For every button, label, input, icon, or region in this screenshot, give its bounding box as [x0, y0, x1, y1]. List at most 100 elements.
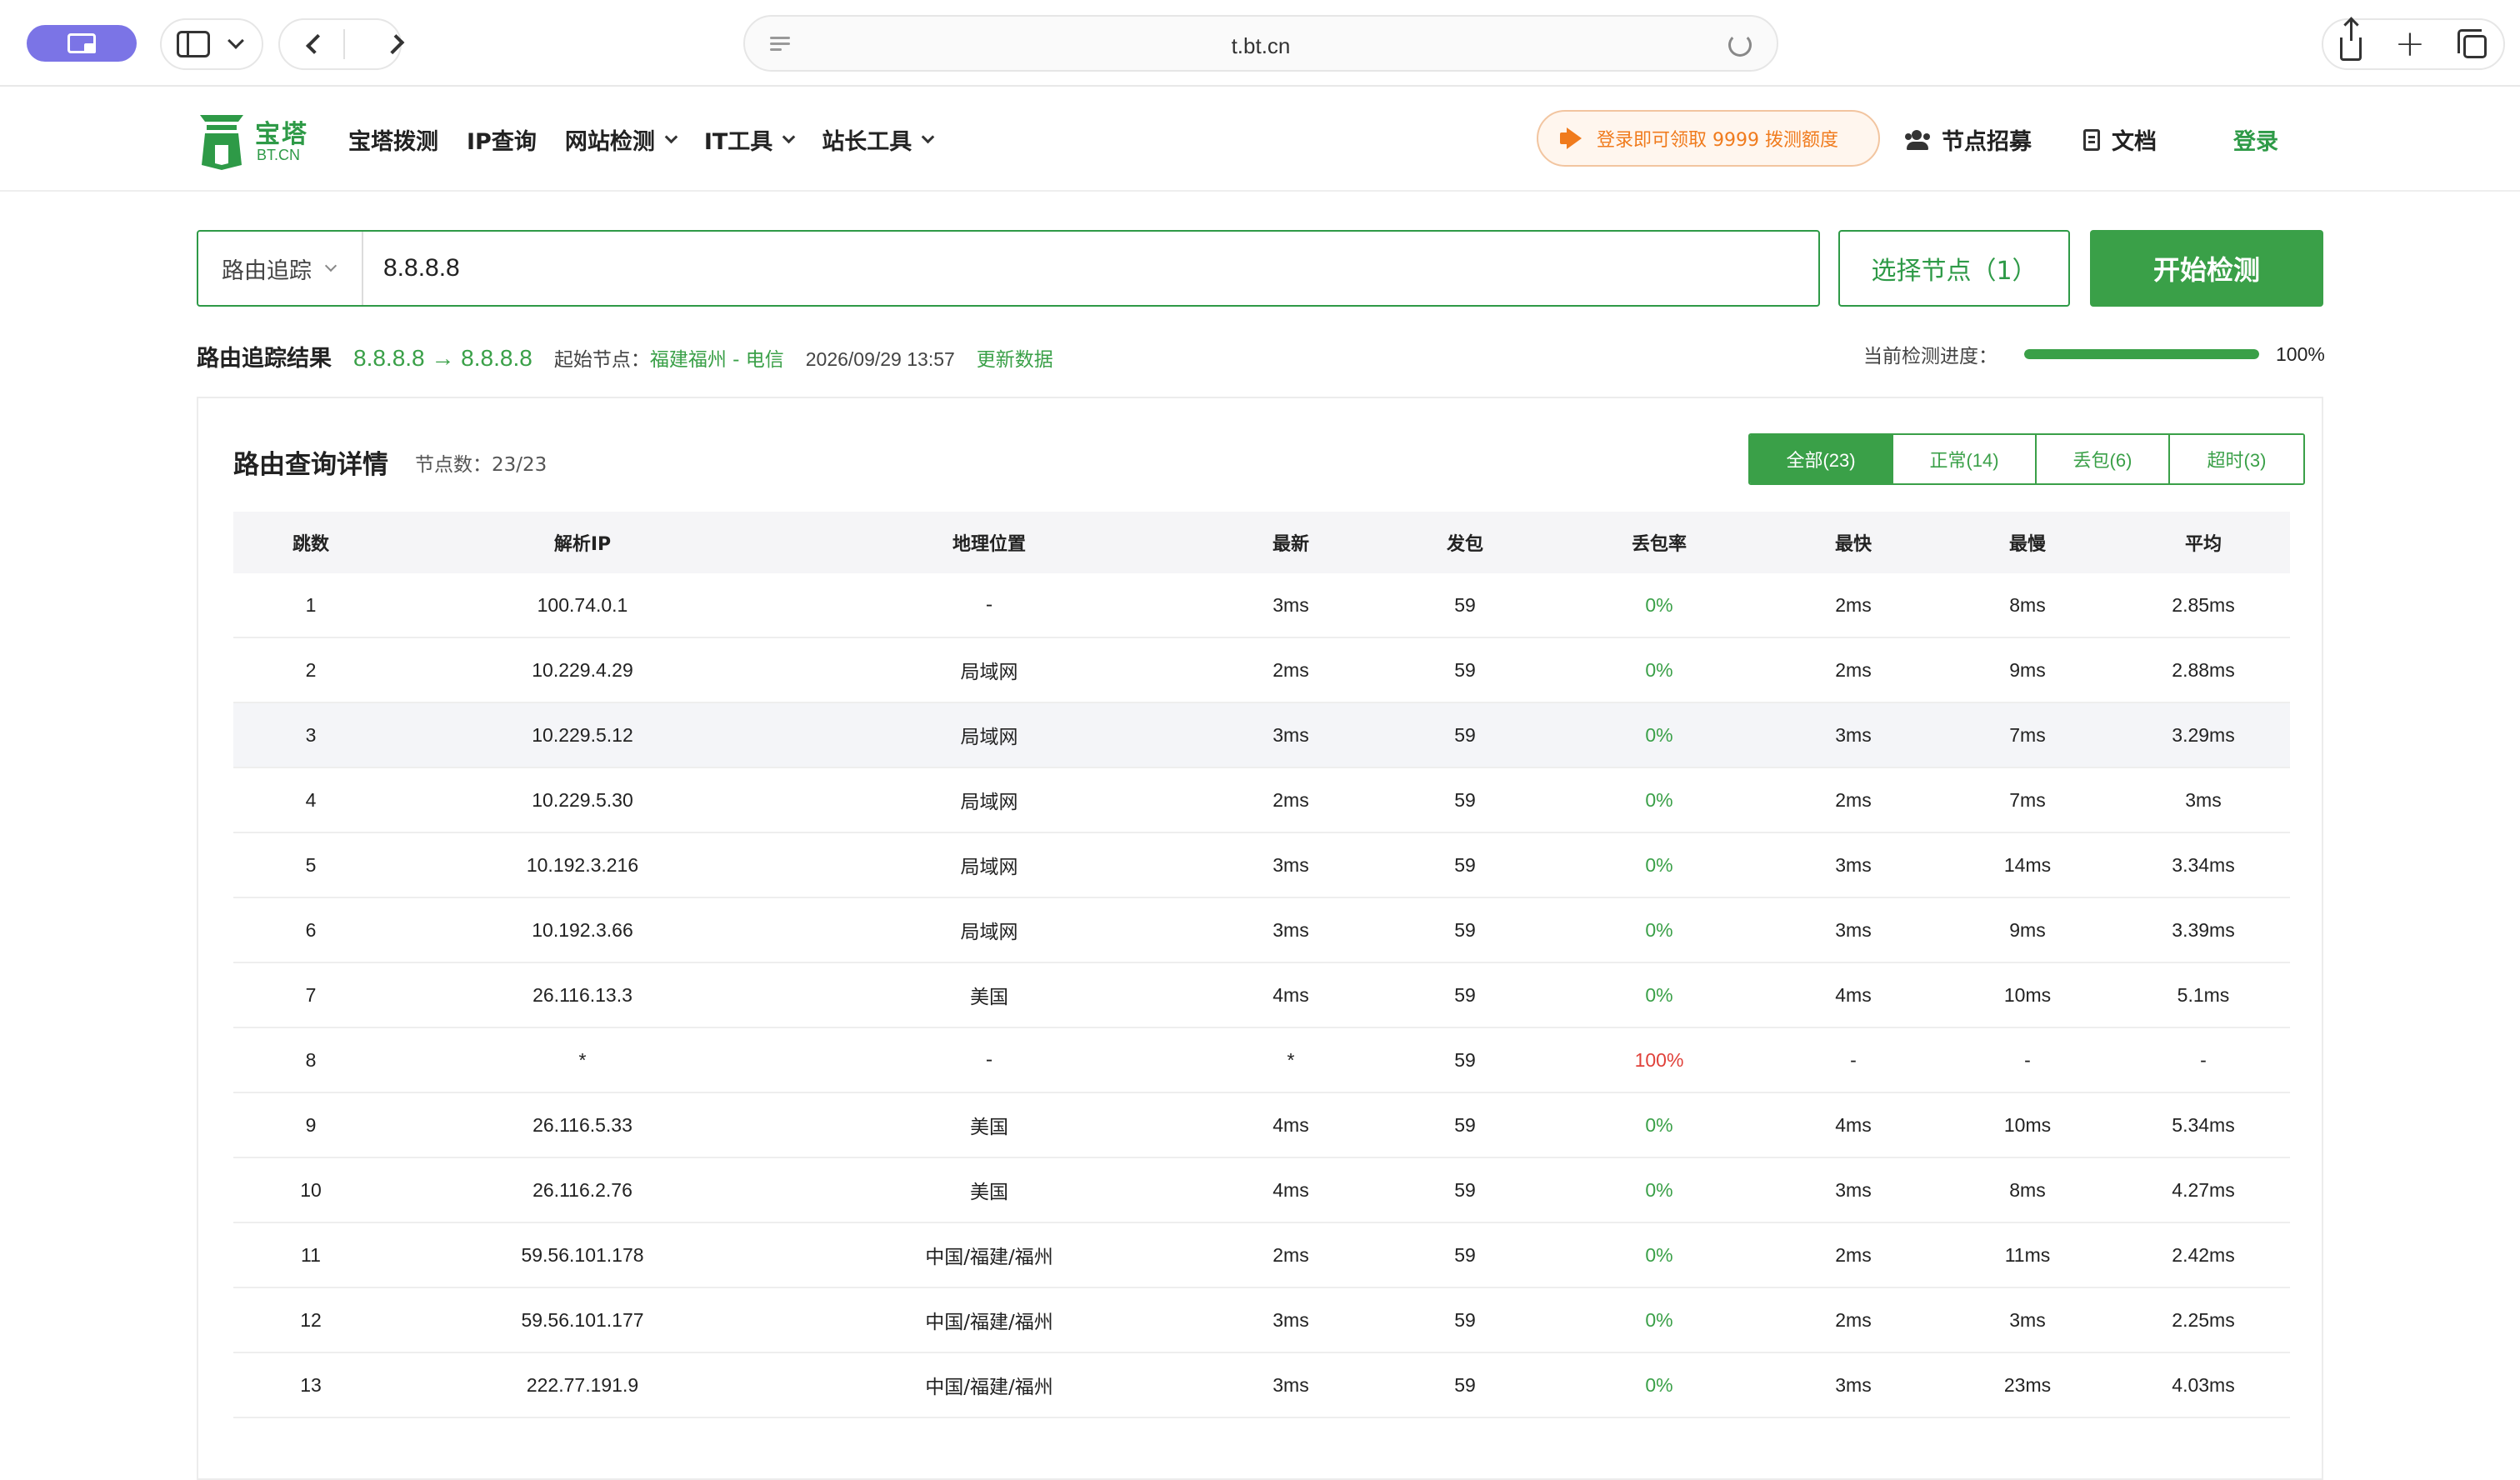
table-cell: 9: [305, 1113, 317, 1136]
table-row: 9 26.116.5.33 美国 4ms 59 0% 4ms 10ms 5.34ms: [233, 1093, 2290, 1158]
refresh-data-link[interactable]: 更新数据: [977, 343, 1053, 372]
test-type-select[interactable]: 路由追踪: [198, 232, 363, 305]
address-bar[interactable]: t.bt.cn: [743, 15, 1778, 72]
start-test-button[interactable]: 开始检测: [2090, 230, 2323, 307]
table-cell: 3ms: [1272, 853, 1309, 876]
table-cell: 10.229.5.12: [532, 723, 633, 746]
table-cell: 13: [300, 1373, 322, 1396]
table-cell: 3.39ms: [2172, 918, 2235, 941]
nav-item-5[interactable]: 站长工具: [822, 123, 935, 156]
sidebar-icon: [177, 31, 210, 58]
table-cell: *: [578, 1048, 587, 1071]
table-cell: 59.56.101.177: [521, 1308, 644, 1331]
tab-group-button[interactable]: [27, 25, 137, 62]
table-cell: 59: [1454, 983, 1476, 1006]
column-header: 地理位置: [952, 534, 1026, 555]
table-cell: 美国: [970, 1117, 1008, 1138]
browser-actions: +: [2322, 18, 2505, 70]
table-cell: 4.03ms: [2172, 1373, 2235, 1396]
nav-item-label: 宝塔拨测: [348, 129, 438, 155]
table-cell: 2ms: [1835, 1243, 1872, 1266]
share-icon[interactable]: [2339, 19, 2362, 61]
forward-arrow-icon[interactable]: [383, 33, 404, 55]
table-cell: 0%: [1645, 1373, 1673, 1396]
chevron-down-icon: [228, 32, 244, 49]
route-detail-panel: 路由查询详情 节点数：23/23 全部(23) 正常(14) 丢包(6) 超时(3) …: [197, 397, 2323, 1480]
target-input[interactable]: [383, 232, 1800, 305]
table-cell: 7ms: [2009, 788, 2046, 811]
table-cell: 4ms: [1272, 1113, 1309, 1136]
filter-tab-4[interactable]: 超时(3): [2170, 435, 2303, 483]
tab-overview-icon[interactable]: [2458, 29, 2488, 58]
table-cell: 59: [1454, 1113, 1476, 1136]
docs-link[interactable]: 文档: [2083, 123, 2157, 156]
new-tab-icon[interactable]: +: [2395, 26, 2426, 62]
table-cell: 3ms: [1835, 1178, 1872, 1201]
table-cell: 59: [1454, 1373, 1476, 1396]
table-cell: 0%: [1645, 918, 1673, 941]
column-header: 最新: [1272, 534, 1309, 555]
column-header: 解析IP: [553, 534, 612, 555]
table-cell: 8: [305, 1048, 317, 1071]
table-cell: -: [985, 594, 993, 616]
megaphone-icon: [1560, 128, 1585, 149]
filter-tab-1[interactable]: 全部(23): [1750, 435, 1893, 483]
nav-item-label: IP查询: [467, 129, 537, 155]
table-cell: 4ms: [1272, 1178, 1309, 1201]
table-cell: 4ms: [1272, 983, 1309, 1006]
table-cell: 10.229.4.29: [532, 658, 633, 681]
nav-item-2[interactable]: IP查询: [467, 123, 537, 156]
table-cell: 0%: [1645, 1178, 1673, 1201]
table-cell: 26.116.13.3: [532, 983, 632, 1006]
logo-en-text: BT.CN: [257, 147, 301, 163]
back-arrow-icon[interactable]: [306, 33, 327, 55]
site-header: 宝塔 BT.CN 宝塔拨测 IP查询 网站检测 IT工具 站长工具 登录即可领取 999…: [0, 87, 2520, 192]
table-row: 4 10.229.5.30 局域网 2ms 59 0% 2ms 7ms 3ms: [233, 768, 2290, 833]
bt-logo[interactable]: 宝塔 BT.CN: [197, 107, 313, 173]
table-row: 10 26.116.2.76 美国 4ms 59 0% 3ms 8ms 4.27ms: [233, 1158, 2290, 1223]
nav-item-3[interactable]: 网站检测: [565, 123, 678, 156]
table-cell: 3.29ms: [2172, 723, 2235, 746]
reload-icon[interactable]: [1728, 33, 1752, 57]
sidebar-toggle[interactable]: [160, 18, 263, 70]
table-cell: 3ms: [1272, 1373, 1309, 1396]
table-cell: 局域网: [960, 727, 1018, 748]
column-header: 丢包率: [1631, 534, 1687, 555]
node-recruit-link[interactable]: 节点招募: [1905, 123, 2032, 156]
table-cell: 3ms: [2185, 788, 2222, 811]
table-cell: 100%: [1634, 1048, 1684, 1071]
select-node-button[interactable]: 选择节点（1）: [1838, 230, 2070, 307]
table-cell: 59: [1454, 723, 1476, 746]
table-cell: 2.25ms: [2172, 1308, 2235, 1331]
table-cell: 10ms: [2003, 1113, 2052, 1136]
table-row: 12 59.56.101.177 中国/福建/福州 3ms 59 0% 2ms 3ms 2.25…: [233, 1288, 2290, 1353]
nav-item-4[interactable]: IT工具: [704, 123, 796, 156]
start-node-value: 福建福州 - 电信: [649, 349, 784, 371]
nav-item-1[interactable]: 宝塔拨测: [348, 123, 438, 156]
column-header: 平均: [2184, 534, 2222, 555]
table-row: 8 * - * 59 100% - - -: [233, 1028, 2290, 1093]
table-cell: 中国/福建/福州: [925, 1377, 1053, 1398]
table-cell: 0%: [1645, 983, 1673, 1006]
filter-tab-3[interactable]: 丢包(6): [2037, 435, 2170, 483]
table-cell: 59: [1454, 1308, 1476, 1331]
table-cell: 2ms: [1835, 593, 1872, 616]
table-cell: 3ms: [1835, 1373, 1872, 1396]
promo-banner[interactable]: 登录即可领取 9999 拨测额度: [1537, 110, 1880, 167]
filter-tabs: 全部(23) 正常(14) 丢包(6) 超时(3): [1748, 433, 2305, 485]
table-cell: 2.85ms: [2172, 593, 2235, 616]
table-cell: -: [985, 1049, 993, 1071]
progress-fill: [2024, 349, 2259, 359]
table-cell: 59: [1454, 918, 1476, 941]
login-link[interactable]: 登录: [2233, 123, 2278, 156]
table-cell: 12: [300, 1308, 322, 1331]
table-cell: 1: [305, 593, 317, 616]
table-cell: 0%: [1645, 593, 1673, 616]
table-cell: 2ms: [1272, 658, 1309, 681]
route-text: 8.8.8.8 → 8.8.8.8: [353, 345, 532, 371]
table-cell: 0%: [1645, 1243, 1673, 1266]
table-cell: 中国/福建/福州: [925, 1312, 1053, 1333]
filter-tab-2[interactable]: 正常(14): [1893, 435, 2037, 483]
table-cell: 10: [300, 1178, 322, 1201]
table-cell: 0%: [1645, 658, 1673, 681]
